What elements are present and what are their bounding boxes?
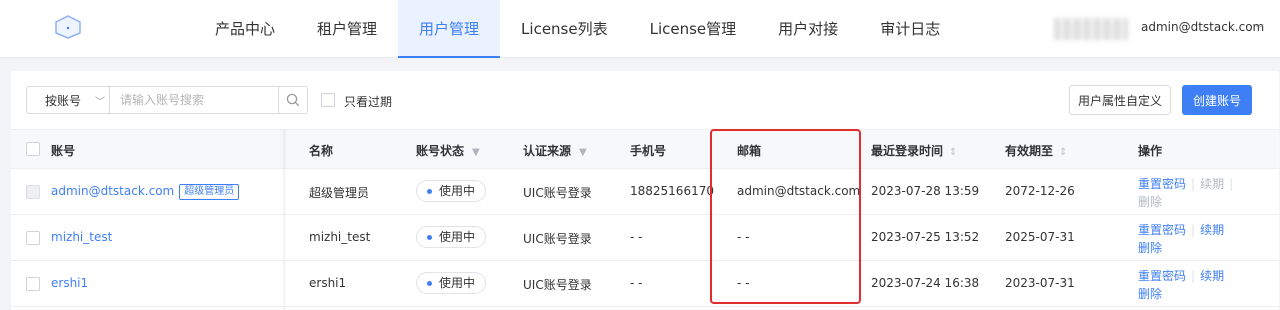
delete-link: 删除 (1138, 195, 1163, 209)
source-cell: UIC账号登录 (523, 232, 592, 246)
nav-item-license-list[interactable]: License列表 (500, 0, 629, 58)
row-checkbox (26, 185, 40, 199)
search-input[interactable] (109, 86, 279, 114)
renew-link[interactable]: 续期 (1200, 223, 1224, 237)
column-header-account: 账号 (51, 144, 76, 158)
custom-attributes-button[interactable]: 用户属性自定义 (1069, 85, 1171, 115)
nav-item-tenant-management[interactable]: 租户管理 (296, 0, 398, 58)
row-actions-line2: 删除 (1138, 193, 1162, 210)
phone-cell: 18825166170 (630, 184, 714, 198)
row-actions-line2: 删除 (1138, 239, 1162, 256)
table-row: admin@dtstack.com 超级管理员 超级管理员 使用中 UIC账号登录… (11, 169, 1279, 215)
last-login-cell: 2023-07-28 13:59 (871, 184, 980, 198)
column-header-source: 认证来源 ▼ (523, 142, 587, 159)
nav-item-user-management[interactable]: 用户管理 (398, 0, 501, 58)
search-button[interactable] (278, 86, 308, 114)
reset-password-link[interactable]: 重置密码 (1138, 223, 1186, 237)
super-admin-badge: 超级管理员 (179, 184, 240, 200)
row-checkbox[interactable] (26, 277, 40, 291)
filter-icon[interactable]: ▼ (579, 147, 587, 158)
column-header-last-login-label: 最近登录时间 (871, 144, 944, 158)
status-badge: 使用中 (416, 180, 487, 202)
nav-item-user-integration[interactable]: 用户对接 (757, 0, 859, 58)
top-navbar: 产品中心 租户管理 用户管理 License列表 License管理 用户对接 … (0, 0, 1280, 58)
column-header-last-login[interactable]: 最近登录时间 ⇕ (871, 142, 957, 159)
account-link[interactable]: ershi1 (51, 276, 88, 290)
status-badge: 使用中 (416, 226, 487, 248)
logo-icon[interactable] (53, 14, 83, 40)
row-actions: 重置密码 | 续期 | (1138, 177, 1234, 191)
sort-icon[interactable]: ⇕ (1059, 147, 1067, 158)
email-column-highlight (710, 129, 861, 304)
row-actions-line2: 删除 (1138, 285, 1162, 302)
row-checkbox[interactable] (26, 231, 40, 245)
nav-item-audit-log[interactable]: 审计日志 (859, 0, 961, 58)
delete-link[interactable]: 删除 (1138, 241, 1162, 255)
table-row: ershi1 ershi1 使用中 UIC账号登录 - - - - 2023-0… (11, 261, 1279, 307)
name-cell: mizhi_test (309, 230, 371, 244)
column-header-name: 名称 (309, 144, 334, 158)
account-link[interactable]: mizhi_test (51, 230, 112, 244)
column-header-valid-until-label: 有效期至 (1005, 144, 1054, 158)
phone-cell: - - (630, 230, 643, 244)
current-user-name[interactable]: admin@dtstack.com (1141, 20, 1264, 34)
reset-password-link[interactable]: 重置密码 (1138, 177, 1186, 191)
blurred-avatar (1054, 18, 1128, 40)
valid-until-cell: 2072-12-26 (1005, 184, 1075, 198)
user-list-panel: 按账号 ﹀ 只看过期 用户属性自定义 创建账号 账号 名称 账号状态 ▼ 认证来源… (11, 71, 1279, 310)
expired-only-checkbox[interactable] (321, 93, 335, 107)
reset-password-link[interactable]: 重置密码 (1138, 269, 1186, 283)
create-account-button[interactable]: 创建账号 (1182, 85, 1252, 115)
column-header-actions: 操作 (1138, 144, 1163, 158)
select-all-checkbox[interactable] (26, 142, 40, 156)
last-login-cell: 2023-07-24 16:38 (871, 276, 980, 290)
column-header-source-label: 认证来源 (523, 144, 572, 158)
table-header: 账号 名称 账号状态 ▼ 认证来源 ▼ 手机号 邮箱 最近登录时间 ⇕ 有效期至 ⇕ 操… (11, 129, 1279, 169)
column-header-phone: 手机号 (630, 144, 667, 158)
renew-link[interactable]: 续期 (1200, 269, 1224, 283)
source-cell: UIC账号登录 (523, 278, 592, 292)
name-cell: ershi1 (309, 276, 347, 290)
delete-link[interactable]: 删除 (1138, 287, 1162, 301)
column-header-status-label: 账号状态 (416, 144, 465, 158)
row-actions: 重置密码 | 续期 (1138, 269, 1225, 283)
filter-icon[interactable]: ▼ (472, 147, 480, 158)
expired-only-label[interactable]: 只看过期 (344, 93, 392, 110)
account-link[interactable]: admin@dtstack.com (51, 184, 174, 198)
valid-until-cell: 2023-07-31 (1005, 276, 1075, 290)
search-type-select[interactable]: 按账号 ﹀ (26, 86, 110, 114)
last-login-cell: 2023-07-25 13:52 (871, 230, 980, 244)
account-cell: admin@dtstack.com 超级管理员 (51, 184, 240, 200)
search-type-value: 按账号 (45, 93, 82, 108)
status-badge: 使用中 (416, 272, 487, 294)
nav-item-license-management[interactable]: License管理 (629, 0, 758, 58)
phone-cell: - - (630, 276, 643, 290)
chevron-down-icon: ﹀ (95, 96, 106, 108)
name-cell: 超级管理员 (309, 186, 370, 200)
renew-link: 续期 (1200, 177, 1225, 191)
nav-item-product-center[interactable]: 产品中心 (194, 0, 296, 58)
column-header-status: 账号状态 ▼ (416, 142, 480, 159)
search-icon (286, 93, 300, 107)
toolbar: 按账号 ﹀ 只看过期 用户属性自定义 创建账号 (11, 71, 1279, 129)
table-row: mizhi_test mizhi_test 使用中 UIC账号登录 - - - … (11, 215, 1279, 261)
valid-until-cell: 2025-07-31 (1005, 230, 1075, 244)
column-header-valid-until[interactable]: 有效期至 ⇕ (1005, 142, 1067, 159)
chevron-down-icon[interactable]: ﹀ (1254, 21, 1264, 36)
row-actions: 重置密码 | 续期 (1138, 223, 1225, 237)
main-nav: 产品中心 租户管理 用户管理 License列表 License管理 用户对接 … (194, 0, 961, 58)
sort-icon[interactable]: ⇕ (949, 147, 957, 158)
source-cell: UIC账号登录 (523, 186, 592, 200)
